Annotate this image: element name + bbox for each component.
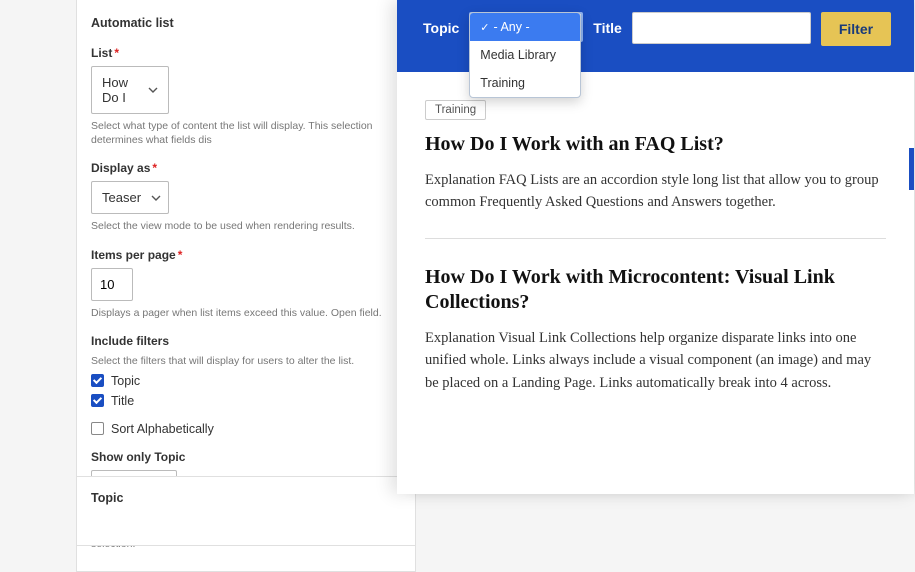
include-filters-help: Select the filters that will display for… <box>91 354 401 368</box>
list-item: Training How Do I Work with an FAQ List?… <box>425 100 886 239</box>
checkbox-sort-row[interactable]: Sort Alphabetically <box>91 422 401 436</box>
field-display-as: Display as* Teaser Select the view mode … <box>91 161 401 233</box>
list-help: Select what type of content the list wil… <box>91 119 401 147</box>
include-filters-label: Include filters <box>91 334 401 348</box>
checkbox-topic[interactable] <box>91 374 104 387</box>
field-include-filters: Include filters Select the filters that … <box>91 334 401 408</box>
bottom-section: Topic <box>76 476 416 546</box>
checkbox-sort[interactable] <box>91 422 104 435</box>
display-as-help: Select the view mode to be used when ren… <box>91 219 401 233</box>
tag-badge[interactable]: Training <box>425 100 486 120</box>
article-body: Explanation Visual Link Collections help… <box>425 327 886 394</box>
checkbox-topic-row[interactable]: Topic <box>91 374 401 388</box>
display-as-select[interactable]: Teaser <box>91 181 169 214</box>
filter-bar: Topic ✓- Any - Media Library Training Ti… <box>397 0 914 72</box>
checkbox-topic-label: Topic <box>111 374 140 388</box>
items-help: Displays a pager when list items exceed … <box>91 306 401 320</box>
preview-pane: Topic ✓- Any - Media Library Training Ti… <box>397 0 914 494</box>
list-item: How Do I Work with Microcontent: Visual … <box>425 265 886 418</box>
title-filter-input[interactable] <box>632 12 811 44</box>
article-title[interactable]: How Do I Work with an FAQ List? <box>425 132 886 157</box>
checkbox-title-label: Title <box>111 394 134 408</box>
topic-dropdown: ✓- Any - Media Library Training <box>469 12 581 98</box>
topic-filter-label: Topic <box>423 12 459 36</box>
list-value: How Do I <box>102 75 138 105</box>
section-title: Automatic list <box>91 16 401 30</box>
items-label: Items per page* <box>91 248 401 262</box>
title-filter-label: Title <box>593 12 622 36</box>
chevron-down-icon <box>151 195 161 201</box>
article-title[interactable]: How Do I Work with Microcontent: Visual … <box>425 265 886 315</box>
bottom-title: Topic <box>91 491 401 505</box>
checkbox-title-row[interactable]: Title <box>91 394 401 408</box>
display-as-label: Display as* <box>91 161 401 175</box>
show-only-label: Show only Topic <box>91 450 401 464</box>
dropdown-option-media[interactable]: Media Library <box>470 41 580 69</box>
items-input[interactable] <box>91 268 133 301</box>
chevron-down-icon <box>148 87 158 93</box>
list-select[interactable]: How Do I <box>91 66 169 114</box>
article-body: Explanation FAQ Lists are an accordion s… <box>425 169 886 214</box>
dropdown-option-training[interactable]: Training <box>470 69 580 97</box>
dropdown-option-any[interactable]: ✓- Any - <box>470 13 580 41</box>
display-as-value: Teaser <box>102 190 141 205</box>
side-accent <box>909 148 914 190</box>
field-sort-alpha: Sort Alphabetically <box>91 422 401 436</box>
field-list: List* How Do I Select what type of conte… <box>91 46 401 147</box>
filter-button[interactable]: Filter <box>821 12 891 46</box>
results-list: Training How Do I Work with an FAQ List?… <box>397 72 914 418</box>
list-label: List* <box>91 46 401 60</box>
field-items-per-page: Items per page* Displays a pager when li… <box>91 248 401 320</box>
check-icon: ✓ <box>480 22 489 34</box>
checkbox-sort-label: Sort Alphabetically <box>111 422 214 436</box>
topic-filter-wrap: ✓- Any - Media Library Training <box>469 12 583 42</box>
checkbox-title[interactable] <box>91 394 104 407</box>
